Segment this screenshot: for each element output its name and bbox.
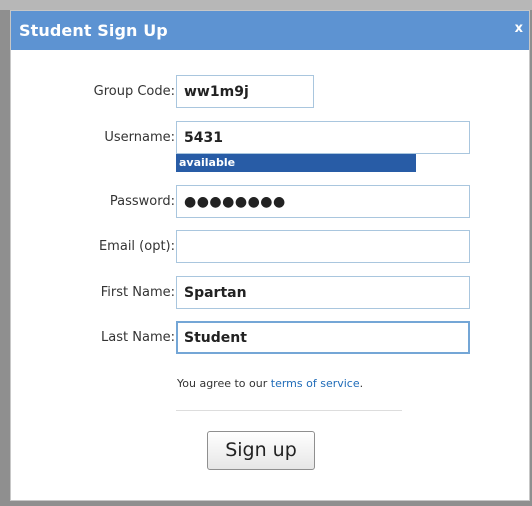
first-name-input[interactable]: Spartan — [176, 276, 470, 309]
username-input[interactable]: 5431 — [176, 121, 470, 154]
dialog-title: Student Sign Up — [19, 21, 168, 40]
terms-of-service-link[interactable]: terms of service — [271, 377, 360, 390]
group-code-input[interactable]: ww1m9j — [176, 75, 314, 108]
last-name-label: Last Name: — [101, 330, 175, 345]
username-label: Username: — [104, 130, 175, 145]
group-code-label: Group Code: — [93, 84, 175, 99]
last-name-row: Last Name: Student — [11, 321, 529, 357]
email-row: Email (opt): — [11, 230, 529, 266]
password-input[interactable]: ●●●●●●●● — [176, 185, 470, 218]
first-name-label: First Name: — [100, 285, 175, 300]
username-row: Username: 5431 — [11, 121, 529, 157]
close-icon[interactable]: x — [515, 21, 523, 36]
email-input[interactable] — [176, 230, 470, 263]
last-name-input[interactable]: Student — [176, 321, 470, 354]
password-label: Password: — [109, 194, 175, 209]
divider — [176, 410, 402, 411]
page-backdrop — [0, 0, 532, 10]
terms-agreement: You agree to our terms of service. — [177, 377, 363, 390]
terms-prefix: You agree to our — [177, 377, 271, 390]
first-name-row: First Name: Spartan — [11, 276, 529, 312]
terms-suffix: . — [359, 377, 364, 390]
password-row: Password: ●●●●●●●● — [11, 185, 529, 221]
email-label: Email (opt): — [98, 239, 175, 254]
username-available-badge: available — [176, 154, 416, 172]
signup-dialog: Student Sign Up x Group Code: ww1m9j Use… — [10, 10, 530, 501]
group-code-row: Group Code: ww1m9j — [11, 75, 529, 111]
sign-up-button[interactable]: Sign up — [207, 431, 315, 470]
dialog-titlebar: Student Sign Up x — [11, 11, 529, 50]
